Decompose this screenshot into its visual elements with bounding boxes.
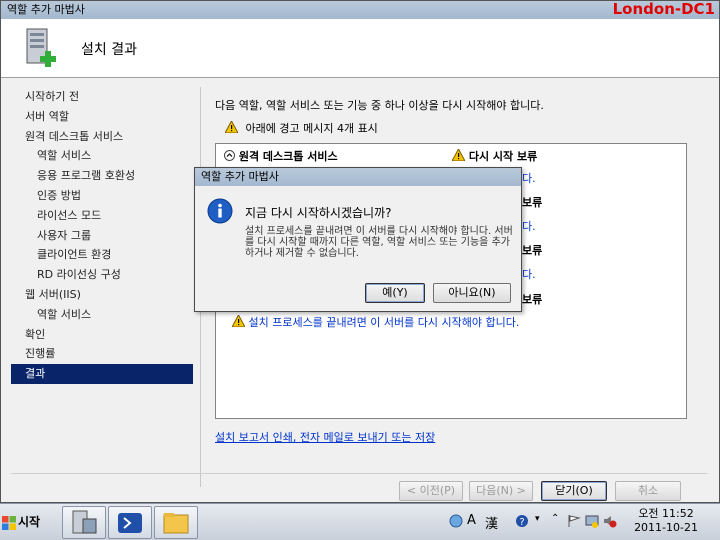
nav-item-rd-licensing[interactable]: RD 라이선싱 구성: [11, 265, 193, 285]
nav-item-before-you-begin[interactable]: 시작하기 전: [11, 87, 193, 107]
intro-text: 다음 역할, 역할 서비스 또는 기능 중 하나 이상을 다시 시작해야 합니다…: [215, 99, 544, 112]
next-button[interactable]: 다음(N) >: [469, 481, 533, 501]
nav-item-results[interactable]: 결과: [11, 364, 193, 384]
window-title: 역할 추가 마법사: [7, 3, 85, 16]
wizard-header: 설치 결과: [1, 19, 719, 78]
host-label: London-DC1: [612, 0, 715, 18]
result-partial-status: 보류: [522, 244, 543, 257]
nav-item-user-groups[interactable]: 사용자 그룹: [11, 226, 193, 246]
server-add-icon: [26, 28, 56, 67]
clock-date: 2011-10-21: [634, 521, 698, 534]
dialog-question: 지금 다시 시작하시겠습니까?: [245, 206, 392, 220]
clock-time: 오전 11:52: [638, 507, 694, 520]
dialog-titlebar[interactable]: 역할 추가 마법사: [195, 168, 521, 186]
result-partial-status: 보류: [522, 293, 543, 306]
restart-warning-text: 설치 프로세스를 끝내려면 이 서버를 다시 시작해야 합니다.: [248, 316, 520, 329]
nav-item-authentication[interactable]: 인증 방법: [11, 186, 193, 206]
cancel-button[interactable]: 취소: [615, 481, 681, 501]
result-partial-status: 보류: [522, 196, 543, 209]
page-title: 설치 결과: [81, 42, 137, 58]
prev-button[interactable]: < 이전(P): [399, 481, 463, 501]
help-icon[interactable]: ?: [515, 514, 529, 528]
button-separator: [11, 473, 707, 474]
result-partial-text: 다.: [522, 268, 536, 281]
result-role-name: 원격 데스크톱 서비스: [238, 150, 338, 163]
start-label: 시작: [18, 515, 41, 529]
taskbar-server-manager[interactable]: [62, 506, 106, 539]
ime-mode-a[interactable]: A: [467, 513, 476, 528]
ime-globe-icon[interactable]: [449, 514, 463, 528]
nav-item-role-services[interactable]: 역할 서비스: [11, 146, 193, 166]
result-status: 다시 시작 보류: [468, 150, 538, 163]
dialog-detail: 설치 프로세스를 끝내려면 이 서버를 다시 시작해야 합니다. 서버를 다시 …: [245, 226, 513, 259]
ime-hanja[interactable]: 漢: [485, 513, 498, 532]
nav-item-remote-desktop-services[interactable]: 원격 데스크톱 서비스: [11, 127, 193, 147]
restart-dialog: 역할 추가 마법사 지금 다시 시작하시겠습니까? 설치 프로세스를 끝내려면 …: [194, 167, 522, 312]
nav-item-app-compatibility[interactable]: 응용 프로그램 호환성: [11, 166, 193, 186]
taskbar: 시작 A 漢 ? ▾ ⌃ 오전 11:52 2011-10-21: [0, 503, 720, 540]
tray-expand-icon[interactable]: ⌃: [551, 513, 559, 524]
start-button[interactable]: 시작: [2, 510, 48, 534]
taskbar-powershell[interactable]: [108, 506, 152, 539]
action-center-flag-icon[interactable]: [567, 514, 581, 528]
no-button[interactable]: 아니요(N): [433, 283, 511, 303]
close-button[interactable]: 닫기(O): [541, 481, 607, 501]
yes-button[interactable]: 예(Y): [365, 283, 425, 303]
wizard-nav: 시작하기 전 서버 역할 원격 데스크톱 서비스 역할 서비스 응용 프로그램 …: [11, 87, 193, 487]
nav-item-confirmation[interactable]: 확인: [11, 325, 193, 345]
window-titlebar[interactable]: 역할 추가 마법사 London-DC1: [1, 0, 719, 19]
nav-item-client-experience[interactable]: 클라이언트 환경: [11, 245, 193, 265]
taskbar-explorer[interactable]: [154, 506, 198, 539]
volume-muted-icon[interactable]: [603, 514, 617, 528]
nav-item-server-roles[interactable]: 서버 역할: [11, 107, 193, 127]
restart-warning: 설치 프로세스를 끝내려면 이 서버를 다시 시작해야 합니다.: [231, 313, 520, 330]
warning-icon: [451, 147, 466, 162]
folder-icon: [163, 513, 189, 534]
nav-item-web-server[interactable]: 웹 서버(IIS): [11, 285, 193, 305]
info-icon: [207, 198, 233, 224]
collapse-icon[interactable]: [224, 150, 235, 161]
network-icon[interactable]: [585, 514, 599, 528]
ime-menu-chevron-icon[interactable]: ▾: [535, 514, 540, 524]
result-partial-text: 다.: [522, 220, 536, 233]
result-row-rds: 원격 데스크톱 서비스 다시 시작 보류: [216, 144, 686, 164]
nav-item-licensing-mode[interactable]: 라이선스 모드: [11, 206, 193, 226]
wizard-window: 역할 추가 마법사 London-DC1 설치 결과 시작하기 전 서버 역할 …: [0, 0, 720, 503]
warning-icon: [224, 119, 239, 134]
nav-item-progress[interactable]: 진행률: [11, 344, 193, 364]
nav-item-web-role-services[interactable]: 역할 서비스: [11, 305, 193, 325]
report-link[interactable]: 설치 보고서 인쇄, 전자 메일로 보내기 또는 저장: [215, 429, 435, 445]
server-manager-icon: [72, 510, 97, 534]
warning-summary-text: 아래에 경고 메시지 4개 표시: [245, 122, 378, 135]
warning-icon: [231, 313, 246, 328]
clock[interactable]: 오전 11:52 2011-10-21: [634, 507, 698, 535]
windows-flag-icon: [2, 515, 16, 530]
powershell-icon: [118, 513, 142, 533]
svg-text:?: ?: [519, 517, 524, 528]
system-tray: A 漢 ? ▾ ⌃ 오전 11:52 2011-10-21: [435, 504, 720, 540]
warning-summary: 아래에 경고 메시지 4개 표시: [224, 119, 378, 136]
result-partial-text: 다.: [522, 172, 536, 185]
